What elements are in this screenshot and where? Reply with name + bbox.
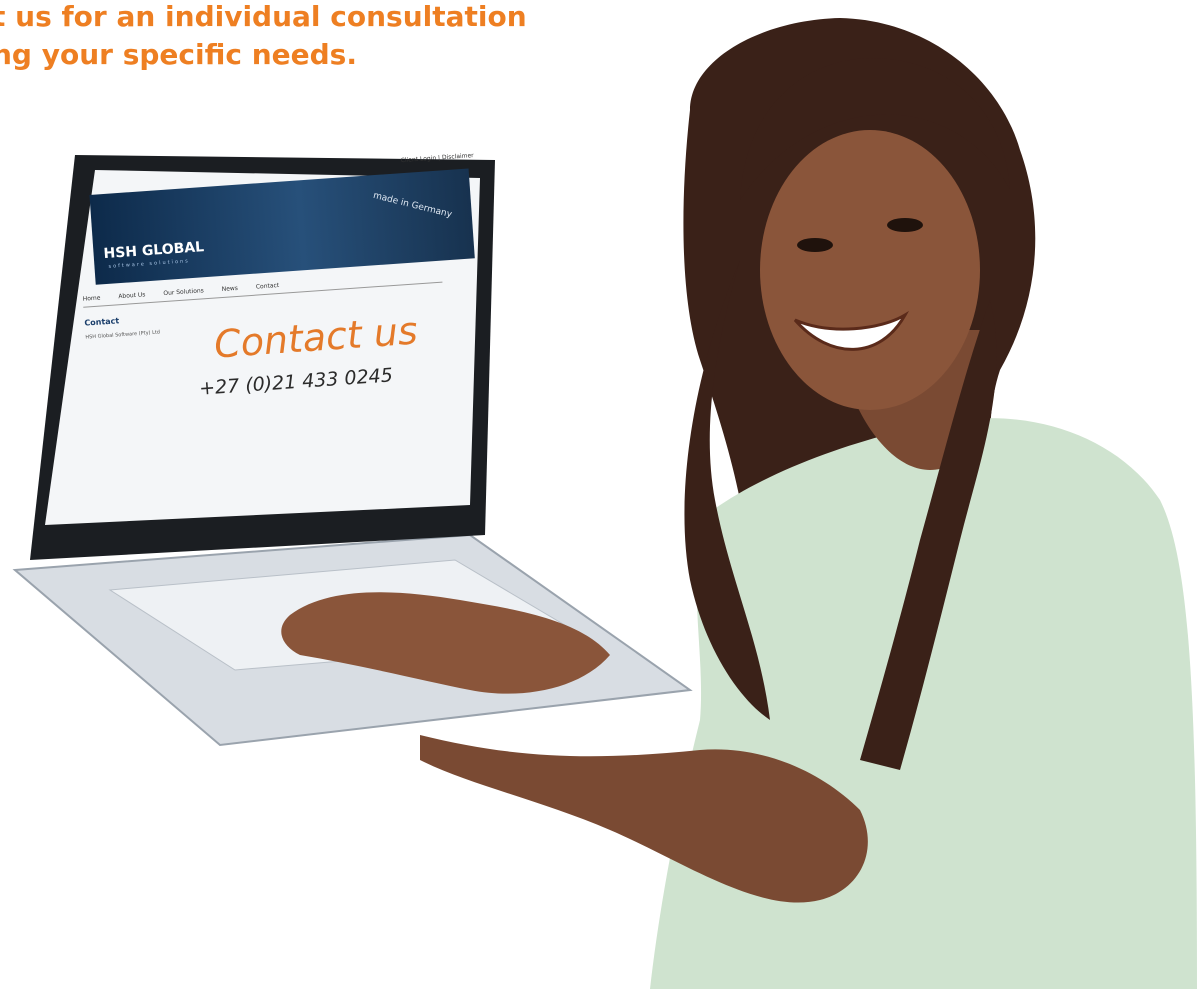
screen-nav-about: About Us <box>118 291 146 301</box>
shirt <box>650 418 1197 989</box>
face <box>760 130 980 410</box>
right-eye <box>887 218 923 232</box>
screen-contact-phone: +27 (0)21 433 0245 <box>198 364 394 400</box>
laptop-screen-content: Client Login | Disclaimer HSH GLOBAL sof… <box>60 146 502 504</box>
screen-tagline: made in Germany <box>372 190 453 221</box>
screen-nav-home: Home <box>82 294 101 303</box>
screen-banner: HSH GLOBAL software solutions made in Ge… <box>89 168 475 285</box>
left-eye <box>797 238 833 252</box>
screen-sidebar-title: Contact <box>84 316 120 328</box>
screen-contact-heading: Contact us <box>212 308 420 367</box>
screen-nav-news: News <box>221 284 239 293</box>
screen-topbar: Client Login | Disclaimer <box>400 152 474 165</box>
screen-nav-contact: Contact <box>255 281 280 291</box>
screen-sidebar-text: HSH Global Software (Pty) Ltd <box>85 329 161 341</box>
screen-nav-solutions: Our Solutions <box>163 287 205 298</box>
